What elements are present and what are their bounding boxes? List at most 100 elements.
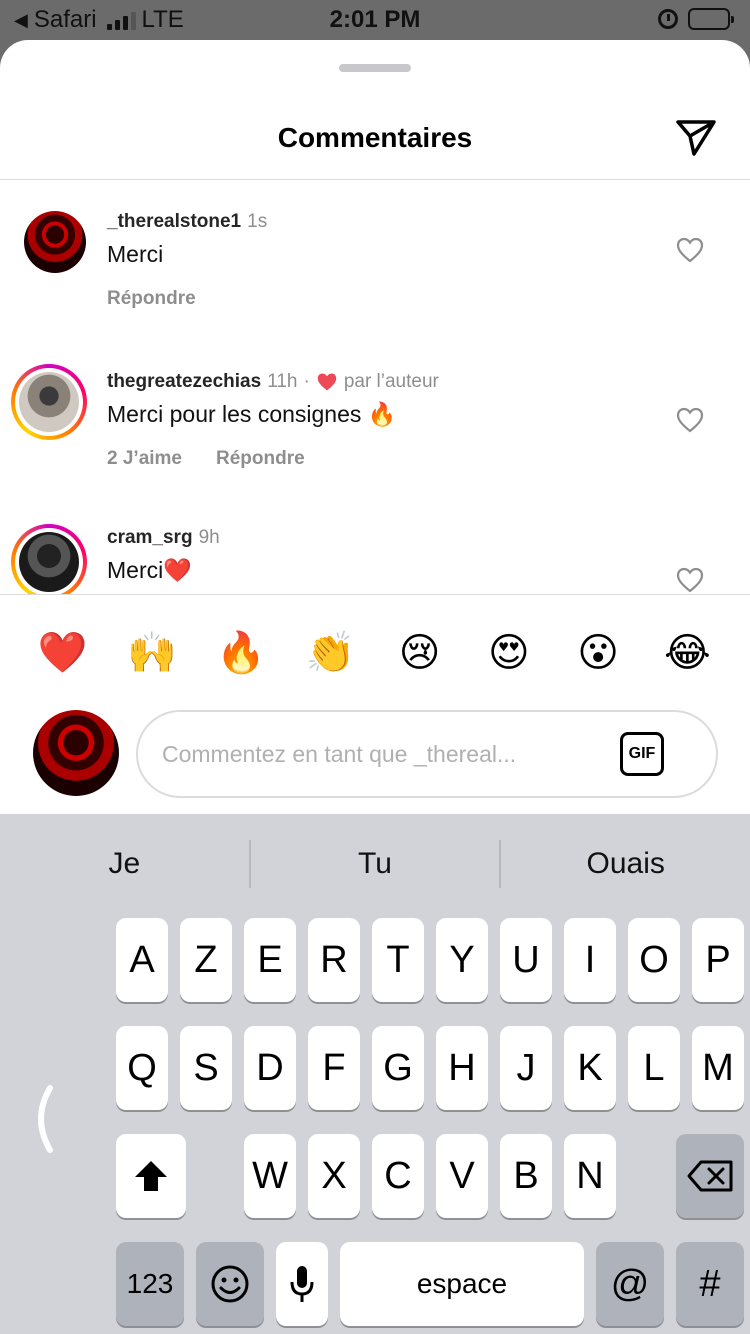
comment-text: Merci❤️ [107, 557, 192, 583]
key-n[interactable]: N [564, 1134, 616, 1218]
status-time: 2:01 PM [329, 6, 421, 33]
comment-actions: Répondre [107, 288, 267, 310]
key-x[interactable]: X [308, 1134, 360, 1218]
sheet-header: Commentaires [0, 90, 750, 180]
key-u[interactable]: U [500, 918, 552, 1002]
my-avatar [33, 710, 119, 796]
key-m[interactable]: M [692, 1026, 744, 1110]
comment-text: Merci pour les consignes 🔥 [107, 401, 397, 427]
key-q[interactable]: Q [116, 1026, 168, 1110]
key-e[interactable]: E [244, 918, 296, 1002]
key-h[interactable]: H [436, 1026, 488, 1110]
keyboard: Je Tu Ouais AZERTYUIOP QSDFGHJKLM WXCVBN… [0, 814, 750, 1334]
emoji-crying[interactable]: 😢 [390, 633, 450, 673]
suggestion-2[interactable]: Tu [251, 834, 500, 894]
emoji-red-heart[interactable]: ❤️ [33, 633, 93, 673]
comment-body: _therealstone1 1s Merci Répondre [107, 211, 267, 310]
emoji-keyboard-key[interactable] [196, 1242, 264, 1326]
key-z[interactable]: Z [180, 918, 232, 1002]
key-y[interactable]: Y [436, 918, 488, 1002]
backspace-icon [687, 1160, 733, 1192]
key-t[interactable]: T [372, 918, 424, 1002]
comments-list[interactable]: _therealstone1 1s Merci Répondre thegrea… [0, 181, 750, 595]
key-c[interactable]: C [372, 1134, 424, 1218]
avatar[interactable] [11, 524, 87, 595]
status-right [658, 8, 734, 30]
dictation-key[interactable] [276, 1242, 328, 1326]
key-i[interactable]: I [564, 918, 616, 1002]
emoji-tears-of-joy[interactable]: 😂 [657, 633, 717, 673]
key-l[interactable]: L [628, 1026, 680, 1110]
numbers-key[interactable]: 123 [116, 1242, 184, 1326]
comment-username[interactable]: thegreatezechias [107, 371, 261, 393]
emoji-quick-bar: ❤️ 🙌 🔥 👏 😢 😍 😮 😂 [0, 594, 750, 710]
paper-plane-icon[interactable] [672, 114, 720, 162]
key-k[interactable]: K [564, 1026, 616, 1110]
shift-arrow-icon [135, 1161, 167, 1191]
likes-count-button[interactable]: 2 J’aime [107, 448, 182, 470]
key-b[interactable]: B [500, 1134, 552, 1218]
alarm-icon [658, 9, 678, 29]
comment-username[interactable]: _therealstone1 [107, 211, 241, 233]
key-r[interactable]: R [308, 918, 360, 1002]
microphone-icon [290, 1266, 314, 1302]
emoji-surprised[interactable]: 😮 [568, 633, 628, 673]
battery-icon [688, 8, 734, 30]
key-g[interactable]: G [372, 1026, 424, 1110]
suggestion-1[interactable]: Je [0, 834, 249, 894]
comment-input[interactable] [162, 734, 602, 774]
comment-text: Merci [107, 241, 164, 267]
avatar[interactable] [24, 211, 86, 273]
comment-time: 1s [247, 211, 268, 232]
meta-separator: · [303, 371, 310, 392]
comment-meta: thegreatezechias 11h · par l’auteur [107, 371, 439, 393]
emoji-raising-hands[interactable]: 🙌 [122, 633, 182, 673]
gif-button[interactable]: GIF [620, 732, 664, 776]
comments-sheet: Commentaires _therealstone1 1s Merci Rép… [0, 40, 750, 814]
comment-meta: _therealstone1 1s [107, 211, 267, 233]
key-s[interactable]: S [180, 1026, 232, 1110]
key-a[interactable]: A [116, 918, 168, 1002]
key-w[interactable]: W [244, 1134, 296, 1218]
key-o[interactable]: O [628, 918, 680, 1002]
liked-by-author-label: par l’auteur [343, 371, 439, 392]
list-item: cram_srg 9h Merci❤️ [0, 521, 750, 595]
like-heart-icon[interactable] [676, 567, 704, 593]
keyboard-shift-left-icon[interactable] [26, 1084, 56, 1154]
comment-input-container[interactable]: GIF [136, 710, 718, 798]
compose-row: GIF [0, 710, 750, 814]
like-heart-icon[interactable] [676, 237, 704, 263]
comment-meta: cram_srg 9h [107, 527, 220, 549]
suggestion-3[interactable]: Ouais [501, 834, 750, 894]
hash-key[interactable]: # [676, 1242, 744, 1326]
at-key[interactable]: @ [596, 1242, 664, 1326]
space-key[interactable]: espace [340, 1242, 584, 1326]
emoji-heart-eyes[interactable]: 😍 [479, 633, 539, 673]
smiley-icon [211, 1265, 249, 1303]
key-v[interactable]: V [436, 1134, 488, 1218]
comment-body: thegreatezechias 11h · par l’auteur Merc… [107, 371, 439, 470]
avatar[interactable] [11, 364, 87, 440]
comment-time: 9h [198, 527, 220, 548]
page-title: Commentaires [277, 122, 473, 153]
like-heart-icon[interactable] [676, 407, 704, 433]
shift-key[interactable] [116, 1134, 186, 1218]
comment-time: 11h [267, 371, 298, 392]
delete-key[interactable] [676, 1134, 744, 1218]
reply-button[interactable]: Répondre [216, 448, 305, 470]
sheet-grabber[interactable] [339, 64, 411, 72]
list-item: thegreatezechias 11h · par l’auteur Merc… [0, 361, 750, 491]
comment-actions: 2 J’aime Répondre [107, 448, 439, 470]
predictive-bar: Je Tu Ouais [0, 834, 750, 894]
comment-body: cram_srg 9h Merci❤️ [107, 527, 220, 584]
emoji-fire[interactable]: 🔥 [211, 633, 271, 673]
key-f[interactable]: F [308, 1026, 360, 1110]
key-d[interactable]: D [244, 1026, 296, 1110]
key-j[interactable]: J [500, 1026, 552, 1110]
emoji-clapping[interactable]: 👏 [300, 633, 360, 673]
reply-button[interactable]: Répondre [107, 288, 196, 310]
comment-username[interactable]: cram_srg [107, 527, 193, 549]
key-p[interactable]: P [692, 918, 744, 1002]
list-item: _therealstone1 1s Merci Répondre [0, 201, 750, 331]
author-heart-icon [317, 373, 337, 391]
